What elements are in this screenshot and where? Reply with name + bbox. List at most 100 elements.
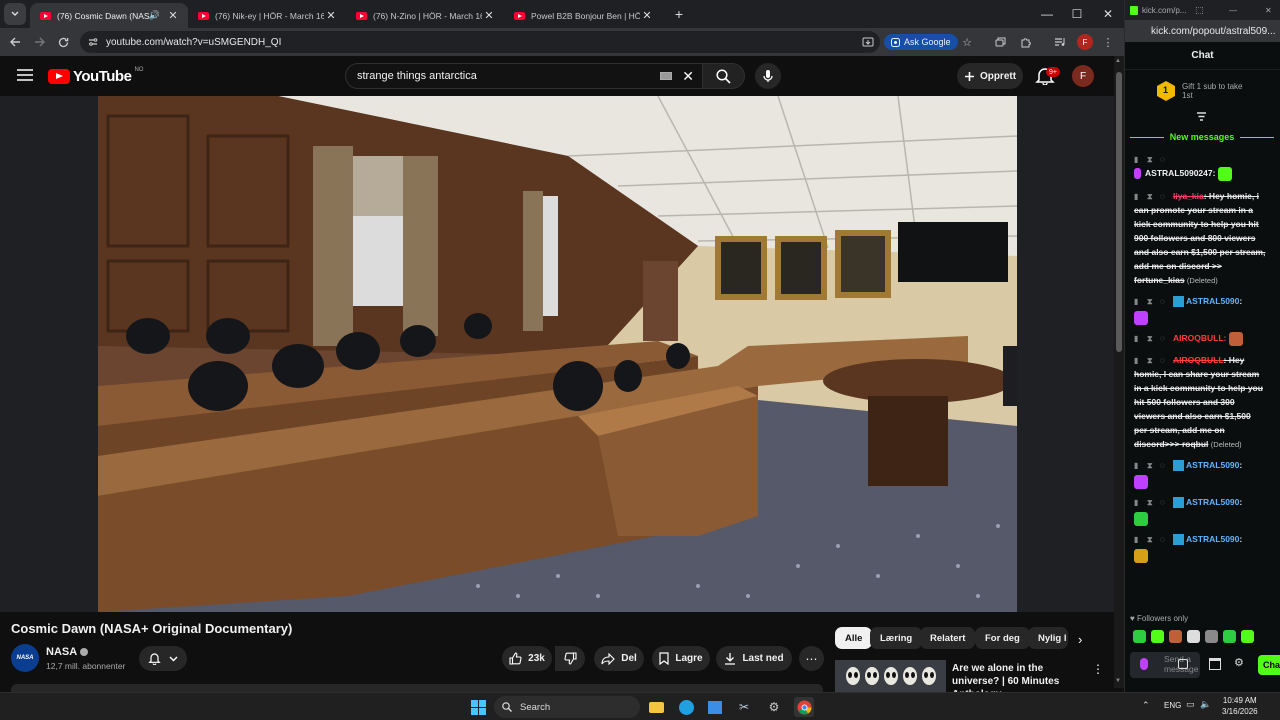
maximize-button[interactable]: ☐ [1062, 4, 1092, 24]
minimize-button[interactable]: — [1032, 4, 1062, 24]
network-icon[interactable]: ▭ [1186, 699, 1195, 710]
scroll-down-icon[interactable]: ▼ [1115, 678, 1121, 684]
extension-icon[interactable]: ⬚ [1195, 5, 1204, 16]
timeout-icon[interactable]: ⧗ [1147, 462, 1154, 470]
media-controls-icon[interactable] [1052, 34, 1068, 50]
trash-icon[interactable]: ▮ [1134, 156, 1141, 164]
ban-icon[interactable]: ◌ [1160, 462, 1167, 470]
mic-icon[interactable] [1140, 658, 1148, 670]
youtube-logo[interactable]: YouTube NO [48, 67, 143, 85]
ban-icon[interactable]: ◌ [1160, 499, 1167, 507]
close-tab-icon[interactable]: ✕ [166, 9, 180, 22]
channel-name[interactable]: NASA [46, 646, 89, 658]
quick-emote-icon[interactable] [1241, 630, 1254, 643]
ban-icon[interactable]: ◌ [1160, 357, 1167, 365]
speaker-icon[interactable]: 🔊 [149, 10, 160, 21]
description-box[interactable] [11, 684, 823, 692]
quick-emote-icon[interactable] [1151, 630, 1164, 643]
tray-chevron-up-icon[interactable]: ⌃ [1142, 700, 1150, 711]
trash-icon[interactable]: ▮ [1134, 298, 1141, 306]
chat-username[interactable]: liya_kia [1173, 191, 1204, 201]
chat-username[interactable]: ASTRAL5090 [1186, 534, 1239, 544]
bookmark-star-icon[interactable]: ☆ [959, 34, 975, 50]
related-more-icon[interactable]: ⋮ [1092, 662, 1104, 676]
input-language[interactable]: ENG [1164, 701, 1181, 710]
quick-emote-icon[interactable] [1133, 630, 1146, 643]
close-tab-icon[interactable]: ✕ [482, 9, 496, 22]
install-app-icon[interactable] [860, 34, 876, 50]
tab-search-button[interactable] [4, 3, 26, 25]
trash-icon[interactable]: ▮ [1134, 357, 1141, 365]
save-button[interactable]: Lagre [652, 646, 710, 671]
taskbar-search[interactable]: Search [494, 696, 640, 718]
gift-sub-prompt[interactable]: Gift 1 sub to take 1st [1182, 82, 1252, 100]
clear-search-icon[interactable]: ✕ [682, 68, 694, 85]
timeout-icon[interactable]: ⧗ [1147, 357, 1154, 365]
close-window-button[interactable]: ✕ [1093, 4, 1123, 24]
timeout-icon[interactable]: ⧗ [1147, 536, 1154, 544]
share-button[interactable]: Del [594, 646, 644, 671]
browser-tab-3[interactable]: (76) N-Zino | HÖR - March 16 / ✕ [346, 3, 504, 28]
emote-picker-icon[interactable] [1178, 659, 1188, 669]
video-frame[interactable] [98, 96, 1017, 612]
account-avatar[interactable]: F [1072, 65, 1094, 87]
reload-button[interactable] [51, 30, 75, 54]
trash-icon[interactable]: ▮ [1134, 193, 1141, 201]
ban-icon[interactable]: ◌ [1160, 335, 1167, 343]
settings-app-icon[interactable]: ⚙ [764, 697, 784, 717]
dislike-button[interactable] [555, 646, 585, 671]
trash-icon[interactable]: ▮ [1134, 335, 1141, 343]
download-button[interactable]: Last ned [716, 646, 792, 671]
timeout-icon[interactable]: ⧗ [1147, 156, 1154, 164]
snipping-tool-icon[interactable]: ✂ [734, 697, 754, 717]
timeout-icon[interactable]: ⧗ [1147, 298, 1154, 306]
chip-related[interactable]: Relatert [920, 627, 976, 649]
more-actions-button[interactable]: ⋯ [799, 646, 824, 671]
ban-icon[interactable]: ◌ [1160, 298, 1167, 306]
chat-send-button[interactable]: Cha [1258, 655, 1280, 675]
file-explorer-icon[interactable] [646, 697, 666, 717]
voice-search-button[interactable] [755, 63, 781, 89]
search-button[interactable] [703, 63, 745, 89]
browser-tab-2[interactable]: (76) Nik-ey | HÖR - March 16 / ✕ [188, 3, 346, 28]
quick-emote-icon[interactable] [1223, 630, 1236, 643]
chrome-taskbar-icon[interactable] [794, 697, 814, 717]
chrome-menu-icon[interactable]: ⋮ [1100, 34, 1116, 50]
browser-tab-1[interactable]: (76) Cosmic Dawn (NASA+ 🔊 ✕ [30, 3, 188, 28]
chat-username[interactable]: ASTRAL5090247: [1145, 168, 1215, 178]
chat-username[interactable]: ASTRAL5090 [1186, 296, 1239, 306]
create-button[interactable]: Opprett [957, 63, 1023, 89]
close-window-button[interactable]: ✕ [1265, 6, 1272, 15]
channel-avatar[interactable]: NASA [11, 644, 39, 672]
chip-recent[interactable]: Nylig l [1028, 627, 1068, 649]
ban-icon[interactable]: ◌ [1160, 193, 1167, 201]
chat-username[interactable]: ASTRAL5090 [1186, 497, 1239, 507]
keyboard-icon[interactable] [660, 72, 673, 80]
quick-emote-icon[interactable] [1205, 630, 1218, 643]
chip-all[interactable]: Alle [835, 627, 873, 649]
new-tab-button[interactable]: + [668, 3, 690, 25]
kick-url[interactable]: kick.com/popout/astral509... [1125, 20, 1280, 42]
scroll-up-icon[interactable]: ▲ [1115, 58, 1121, 64]
timeout-icon[interactable]: ⧗ [1147, 499, 1154, 507]
settings-gear-icon[interactable]: ⚙ [1234, 656, 1244, 669]
chat-username[interactable]: AIROQBULL [1173, 355, 1224, 365]
ask-google-button[interactable]: Ask Google [884, 34, 958, 50]
quick-emote-icon[interactable] [1169, 630, 1182, 643]
hamburger-menu-icon[interactable] [16, 68, 34, 82]
back-button[interactable] [3, 30, 27, 54]
trash-icon[interactable]: ▮ [1134, 462, 1141, 470]
timeout-icon[interactable]: ⧗ [1147, 335, 1154, 343]
chevron-right-icon[interactable]: › [1078, 632, 1082, 647]
volume-icon[interactable]: 🔈 [1200, 699, 1211, 710]
taskbar-clock[interactable]: 10:49 AM 3/16/2026 [1222, 695, 1258, 717]
chat-username[interactable]: AIROQBULL: [1173, 333, 1226, 343]
browser-tab-4[interactable]: Powel B2B Bonjour Ben | HÖR ✕ [504, 3, 662, 28]
quick-emote-icon[interactable] [1187, 630, 1200, 643]
edge-browser-icon[interactable] [676, 697, 696, 717]
scrollbar-thumb[interactable] [1116, 72, 1122, 352]
close-tab-icon[interactable]: ✕ [324, 9, 338, 22]
extensions-icon[interactable] [1017, 34, 1033, 50]
related-video-thumbnail[interactable] [835, 660, 946, 692]
chip-learning[interactable]: Læring [870, 627, 923, 649]
